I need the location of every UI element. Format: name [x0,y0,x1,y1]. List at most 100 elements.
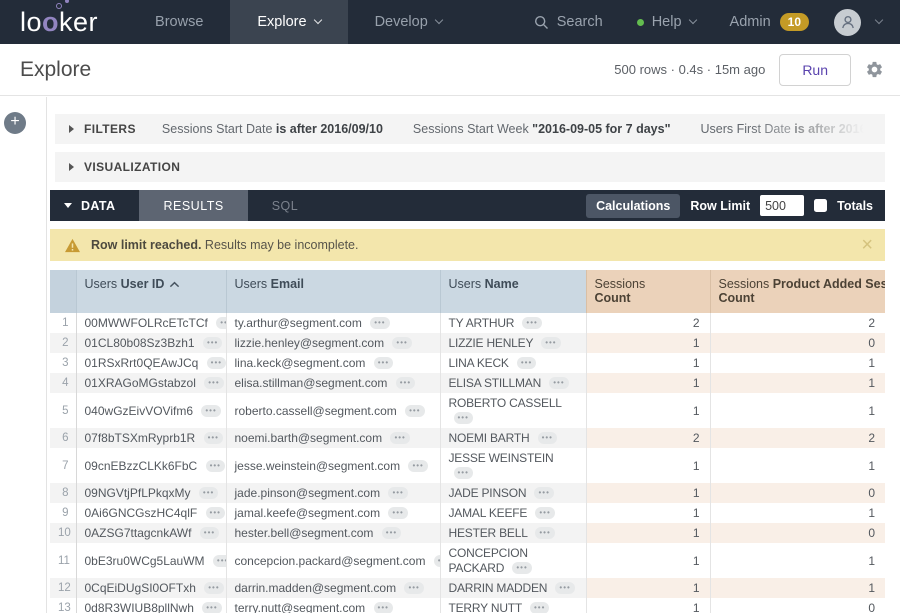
cell-count[interactable]: 1 [586,353,710,373]
cell-email[interactable]: ty.arthur@segment.com ••• [226,313,440,333]
cell-menu-icon[interactable]: ••• [530,602,549,613]
cell-user-id[interactable]: 01XRAGoMGstabzol ••• [76,373,226,393]
cell-menu-icon[interactable]: ••• [517,357,536,369]
cell-menu-icon[interactable]: ••• [202,602,221,613]
cell-menu-icon[interactable]: ••• [434,555,440,567]
cell-menu-icon[interactable]: ••• [404,582,423,594]
cell-name[interactable]: TY ARTHUR ••• [440,313,586,333]
cell-count[interactable]: 1 [586,543,710,578]
cell-name[interactable]: JESSE WEINSTEIN ••• [440,448,586,483]
cell-user-id[interactable]: 0CqEiDUgSI0OFTxh ••• [76,578,226,598]
run-button[interactable]: Run [779,54,851,86]
tab-sql[interactable]: SQL [248,190,323,221]
cell-count[interactable]: 1 [586,373,710,393]
filter-item[interactable]: Sessions Start Date is after 2016/09/10 [162,122,383,136]
cell-product-added[interactable]: 1 [710,543,885,578]
admin-menu[interactable]: Admin 10 [713,13,826,31]
cell-user-id[interactable]: 0d8R3WIUB8pllNwh ••• [76,598,226,613]
cell-menu-icon[interactable]: ••• [204,432,223,444]
cell-email[interactable]: roberto.cassell@segment.com ••• [226,393,440,428]
cell-menu-icon[interactable]: ••• [512,562,531,574]
cell-user-id[interactable]: 01CL80b08Sz3Bzh1 ••• [76,333,226,353]
data-title[interactable]: DATA [81,199,115,213]
cell-product-added[interactable]: 1 [710,503,885,523]
cell-menu-icon[interactable]: ••• [535,507,554,519]
add-field-button[interactable]: + [4,112,26,134]
cell-menu-icon[interactable]: ••• [454,412,473,424]
gear-icon[interactable] [865,60,884,79]
cell-menu-icon[interactable]: ••• [374,357,393,369]
cell-menu-icon[interactable]: ••• [206,507,225,519]
cell-menu-icon[interactable]: ••• [549,377,568,389]
filter-item[interactable]: Sessions Start Week "2016-09-05 for 7 da… [413,122,671,136]
cell-menu-icon[interactable]: ••• [541,337,560,349]
cell-menu-icon[interactable]: ••• [538,432,557,444]
cell-menu-icon[interactable]: ••• [405,405,424,417]
cell-email[interactable]: noemi.barth@segment.com ••• [226,428,440,448]
cell-email[interactable]: jade.pinson@segment.com ••• [226,483,440,503]
cell-count[interactable]: 1 [586,448,710,483]
cell-name[interactable]: CONCEPCIONPACKARD ••• [440,543,586,578]
cell-menu-icon[interactable]: ••• [388,507,407,519]
cell-menu-icon[interactable]: ••• [534,487,553,499]
cell-email[interactable]: jesse.weinstein@segment.com ••• [226,448,440,483]
column-header-name[interactable]: Users Name [440,270,586,313]
cell-name[interactable]: HESTER BELL ••• [440,523,586,543]
help-menu[interactable]: Help [620,14,713,30]
nav-item-develop[interactable]: Develop [348,0,469,44]
cell-product-added[interactable]: 0 [710,483,885,503]
cell-user-id[interactable]: 040wGzEivVOVifm6 ••• [76,393,226,428]
close-icon[interactable]: × [861,235,873,255]
cell-product-added[interactable]: 1 [710,393,885,428]
row-limit-input[interactable] [760,195,804,216]
cell-email[interactable]: darrin.madden@segment.com ••• [226,578,440,598]
calculations-button[interactable]: Calculations [586,194,680,218]
cell-user-id[interactable]: 0AZSG7ttagcnkAWf ••• [76,523,226,543]
cell-email[interactable]: hester.bell@segment.com ••• [226,523,440,543]
cell-menu-icon[interactable]: ••• [535,527,554,539]
cell-user-id[interactable]: 0Ai6GNCGszHC4qlF ••• [76,503,226,523]
cell-menu-icon[interactable]: ••• [555,582,574,594]
cell-name[interactable]: JADE PINSON ••• [440,483,586,503]
nav-item-explore[interactable]: Explore [230,0,347,44]
cell-user-id[interactable]: 0bE3ru0WCg5LauWM ••• [76,543,226,578]
cell-name[interactable]: JAMAL KEEFE ••• [440,503,586,523]
cell-menu-icon[interactable]: ••• [203,337,222,349]
cell-email[interactable]: lizzie.henley@segment.com ••• [226,333,440,353]
cell-product-added[interactable]: 0 [710,333,885,353]
cell-count[interactable]: 1 [586,483,710,503]
cell-user-id[interactable]: 00MWWFOLRcETcTCf ••• [76,313,226,333]
cell-count[interactable]: 1 [586,393,710,428]
cell-menu-icon[interactable]: ••• [206,460,225,472]
cell-count[interactable]: 2 [586,428,710,448]
cell-user-id[interactable]: 09cnEBzzCLKk6FbC ••• [76,448,226,483]
column-header-product-added-session-count[interactable]: Sessions Product Added SessionCount [710,270,885,313]
cell-name[interactable]: NOEMI BARTH ••• [440,428,586,448]
cell-menu-icon[interactable]: ••• [370,317,389,329]
cell-menu-icon[interactable]: ••• [396,377,415,389]
looker-logo[interactable]: looker [0,0,128,44]
cell-menu-icon[interactable]: ••• [216,317,226,329]
cell-count[interactable]: 1 [586,333,710,353]
user-menu[interactable] [826,9,900,36]
totals-checkbox[interactable] [814,199,827,212]
cell-email[interactable]: lina.keck@segment.com ••• [226,353,440,373]
column-header-email[interactable]: Users Email [226,270,440,313]
nav-item-browse[interactable]: Browse [128,0,230,44]
cell-name[interactable]: TERRY NUTT ••• [440,598,586,613]
cell-menu-icon[interactable]: ••• [408,460,427,472]
cell-name[interactable]: LINA KECK ••• [440,353,586,373]
cell-count[interactable]: 1 [586,578,710,598]
cell-menu-icon[interactable]: ••• [390,432,409,444]
cell-menu-icon[interactable]: ••• [454,467,473,479]
cell-email[interactable]: jamal.keefe@segment.com ••• [226,503,440,523]
cell-product-added[interactable]: 1 [710,353,885,373]
search-button[interactable]: Search [517,14,620,30]
tab-results[interactable]: RESULTS [139,190,247,221]
filters-section[interactable]: FILTERS Sessions Start Date is after 201… [55,114,885,144]
cell-count[interactable]: 1 [586,503,710,523]
cell-product-added[interactable]: 0 [710,523,885,543]
cell-product-added[interactable]: 1 [710,448,885,483]
cell-menu-icon[interactable]: ••• [204,377,223,389]
cell-count[interactable]: 2 [586,313,710,333]
